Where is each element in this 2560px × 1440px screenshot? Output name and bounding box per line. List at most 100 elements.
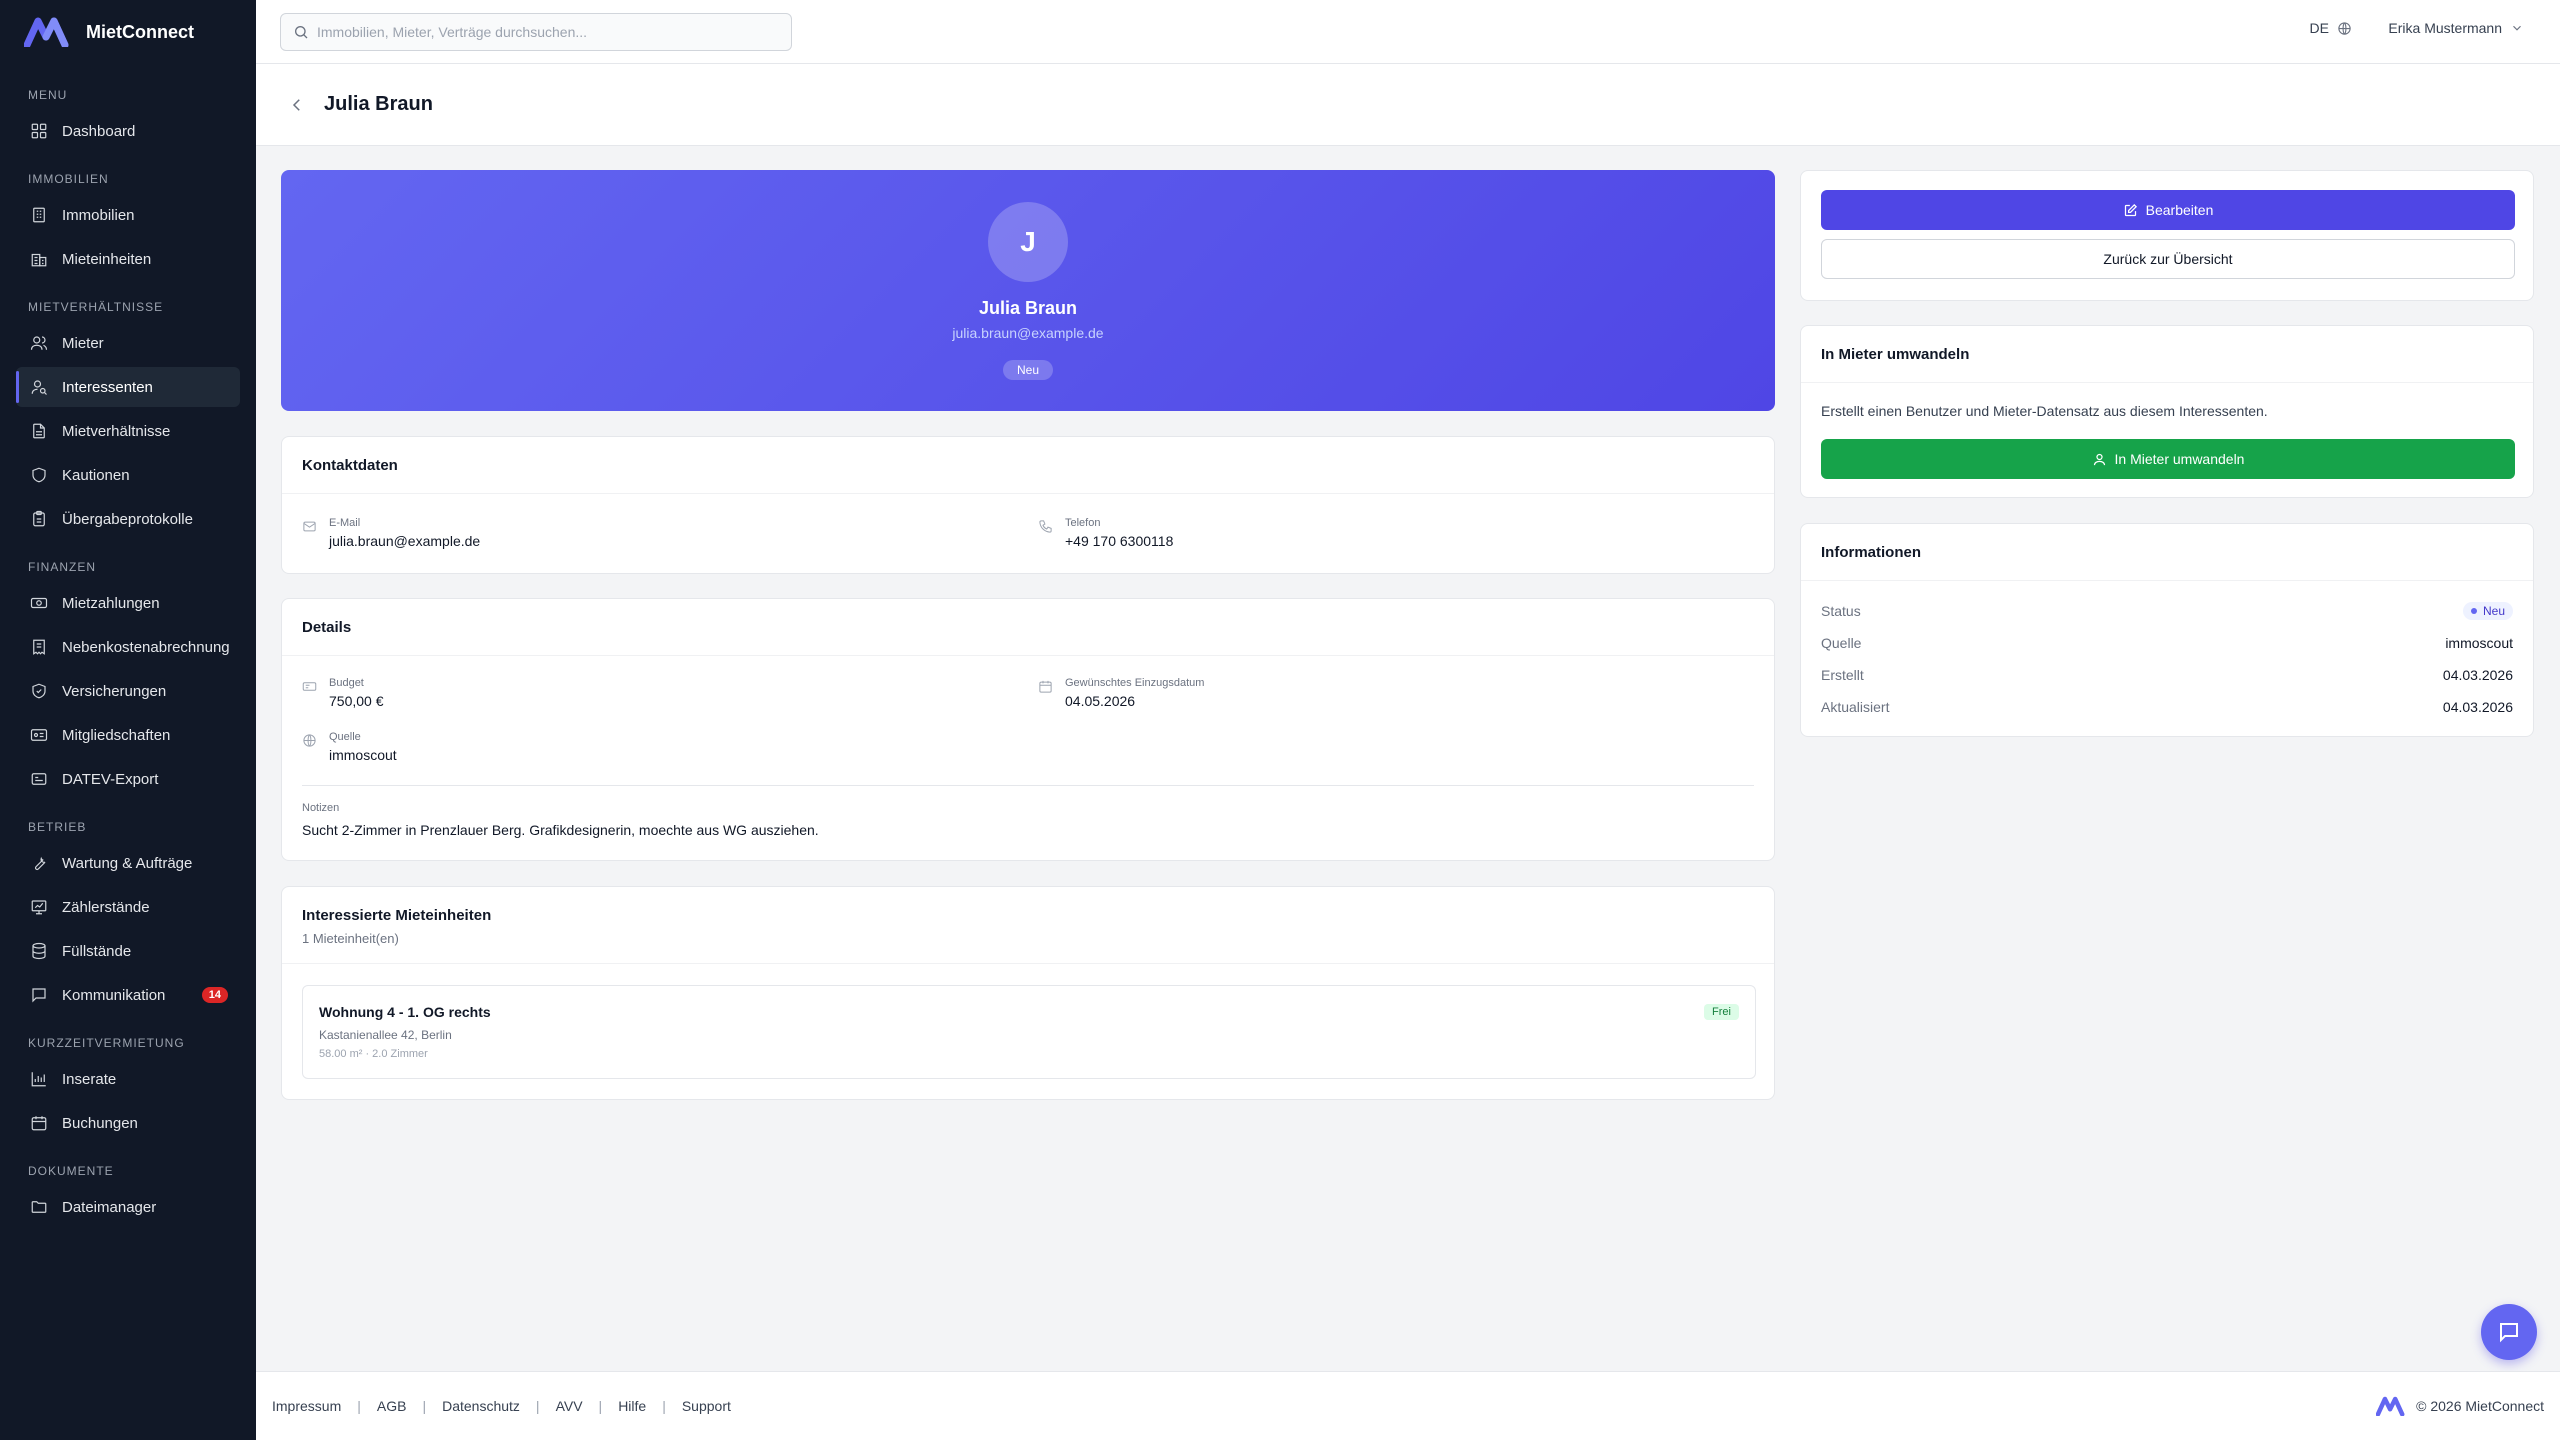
phone-field: Telefon +49 170 6300118 [1038,517,1173,549]
footer-link-impressum[interactable]: Impressum [272,1398,341,1414]
search-input[interactable] [317,24,777,40]
search-box[interactable] [280,13,792,51]
grid-icon [30,122,48,140]
sidebar-item-label: Übergabeprotokolle [62,510,193,528]
footer-link-agb[interactable]: AGB [377,1398,407,1414]
edit-button[interactable]: Bearbeiten [1821,190,2515,230]
sidebar-item-mieter[interactable]: Mieter [16,323,240,363]
footer-link-support[interactable]: Support [682,1398,731,1414]
sidebar-item-zaehlerstaende[interactable]: Zählerstände [16,887,240,927]
unit-card[interactable]: Wohnung 4 - 1. OG rechts Kastanienallee … [302,985,1756,1079]
sidebar-item-label: Kommunikation [62,986,166,1004]
sidebar-item-label: Kautionen [62,466,130,484]
budget-label: Budget [329,677,364,689]
movein-field: Gewünschtes Einzugsdatum 04.05.2026 [1038,677,1204,709]
info-key: Aktualisiert [1821,699,1890,715]
interested-units-card: Interessierte Mieteinheiten 1 Mieteinhei… [281,886,1775,1100]
email-value[interactable]: julia.braun@example.de [329,533,480,549]
banknote-icon [302,682,317,691]
sidebar-item-dateimanager[interactable]: Dateimanager [16,1187,240,1227]
nav-section-kurzzeitvermietung: Kurzzeitvermietung [28,1036,185,1050]
profile-hero: J Julia Braun julia.braun@example.de Neu [281,170,1775,411]
mietconnect-logo-icon [24,17,69,47]
sidebar-item-fuellstaende[interactable]: Füllstände [16,931,240,971]
email-label: E-Mail [329,517,361,529]
sidebar-item-mitgliedschaften[interactable]: Mitgliedschaften [16,715,240,755]
footer-link-datenschutz[interactable]: Datenschutz [442,1398,520,1414]
mail-icon [303,521,316,532]
unread-badge: 14 [201,987,228,1003]
divider [302,785,1754,786]
edit-icon [2124,203,2137,216]
sidebar-item-label: Versicherungen [62,682,167,700]
sidebar-item-label: Mietzahlungen [62,594,160,612]
contact-title: Kontaktdaten [302,457,398,474]
sidebar-item-uebergabeprotokolle[interactable]: Übergabeprotokolle [16,499,240,539]
sidebar-item-label: Nebenkostenabrechnung [62,638,230,656]
info-card: Informationen Status Neu Quelle immoscou… [1800,523,2534,737]
sidebar-item-wartung[interactable]: Wartung & Aufträge [16,843,240,883]
language-switcher[interactable]: DE [2310,20,2352,36]
user-search-icon [30,378,48,396]
back-arrow-icon[interactable] [288,96,306,114]
sidebar-item-mieteinheiten[interactable]: Mieteinheiten [16,239,240,279]
nav-section-betrieb: Betrieb [28,820,87,834]
profile-name: Julia Braun [978,298,1078,318]
calendar-icon [30,1114,48,1132]
sidebar-item-datev-export[interactable]: DATEV-Export [16,759,240,799]
phone-label: Telefon [1065,517,1101,529]
sidebar-item-inserate[interactable]: Inserate [16,1059,240,1099]
sidebar-item-mietverhaeltnisse[interactable]: Mietverhältnisse [16,411,240,451]
sidebar-item-kommunikation[interactable]: Kommunikation 14 [16,975,240,1015]
notes-label: Notizen [302,802,340,814]
page-title: Julia Braun [324,93,433,115]
footer: Impressum | AGB | Datenschutz | AVV | Hi… [256,1371,2560,1440]
info-value: immoscout [2445,635,2513,651]
convert-title: In Mieter umwandeln [1821,346,1970,363]
movein-value: 04.05.2026 [1065,693,1136,709]
shield-icon [30,466,48,484]
sidebar-item-nebenkostenabrechnung[interactable]: Nebenkostenabrechnung [16,627,240,667]
user-menu[interactable]: Erika Mustermann [2388,20,2524,36]
back-to-overview-button[interactable]: Zurück zur Übersicht [1821,239,2515,279]
users-icon [30,334,48,352]
calendar-icon [1039,680,1052,693]
info-key: Erstellt [1821,667,1864,683]
sidebar-item-label: Mietverhältnisse [62,422,171,440]
footer-link-avv[interactable]: AVV [556,1398,583,1414]
banknote-icon [30,594,48,612]
edit-button-label: Bearbeiten [2145,202,2214,218]
sidebar-item-buchungen[interactable]: Buchungen [16,1103,240,1143]
database-icon [30,942,48,960]
phone-icon [1039,520,1052,533]
interested-units-title: Interessierte Mieteinheiten [302,907,492,924]
sidebar-item-immobilien[interactable]: Immobilien [16,195,240,235]
sidebar-item-label: Füllstände [62,942,132,960]
sidebar-item-label: Buchungen [62,1114,138,1132]
language-code: DE [2309,20,2329,36]
sidebar-item-label: Mieter [62,334,104,352]
sidebar-item-label: Mitgliedschaften [62,726,171,744]
source-value: immoscout [329,747,397,763]
status-badge: Neu [2462,602,2513,620]
sidebar: MietConnect Menu Dashboard Immobilien Im… [0,0,256,1440]
chat-button[interactable] [2481,1304,2537,1360]
separator: | [535,1398,540,1414]
sidebar-item-dashboard[interactable]: Dashboard [16,111,240,151]
brand[interactable]: MietConnect [0,0,256,64]
info-row-updated: Aktualisiert 04.03.2026 [1821,695,2513,719]
wrench-icon [30,854,48,872]
sidebar-item-interessenten[interactable]: Interessenten [16,367,240,407]
contact-card: Kontaktdaten E-Mail julia.braun@example.… [281,436,1775,574]
convert-to-tenant-button[interactable]: In Mieter umwandeln [1821,439,2515,479]
back-button-label: Zurück zur Übersicht [2103,251,2233,267]
phone-value[interactable]: +49 170 6300118 [1065,533,1173,549]
footer-link-hilfe[interactable]: Hilfe [618,1398,646,1414]
separator: | [598,1398,603,1414]
sidebar-item-mietzahlungen[interactable]: Mietzahlungen [16,583,240,623]
chat-icon [2500,1323,2518,1343]
nav-section-dokumente: Dokumente [28,1164,114,1178]
sidebar-item-versicherungen[interactable]: Versicherungen [16,671,240,711]
sidebar-item-kautionen[interactable]: Kautionen [16,455,240,495]
source-label: Quelle [329,731,361,743]
